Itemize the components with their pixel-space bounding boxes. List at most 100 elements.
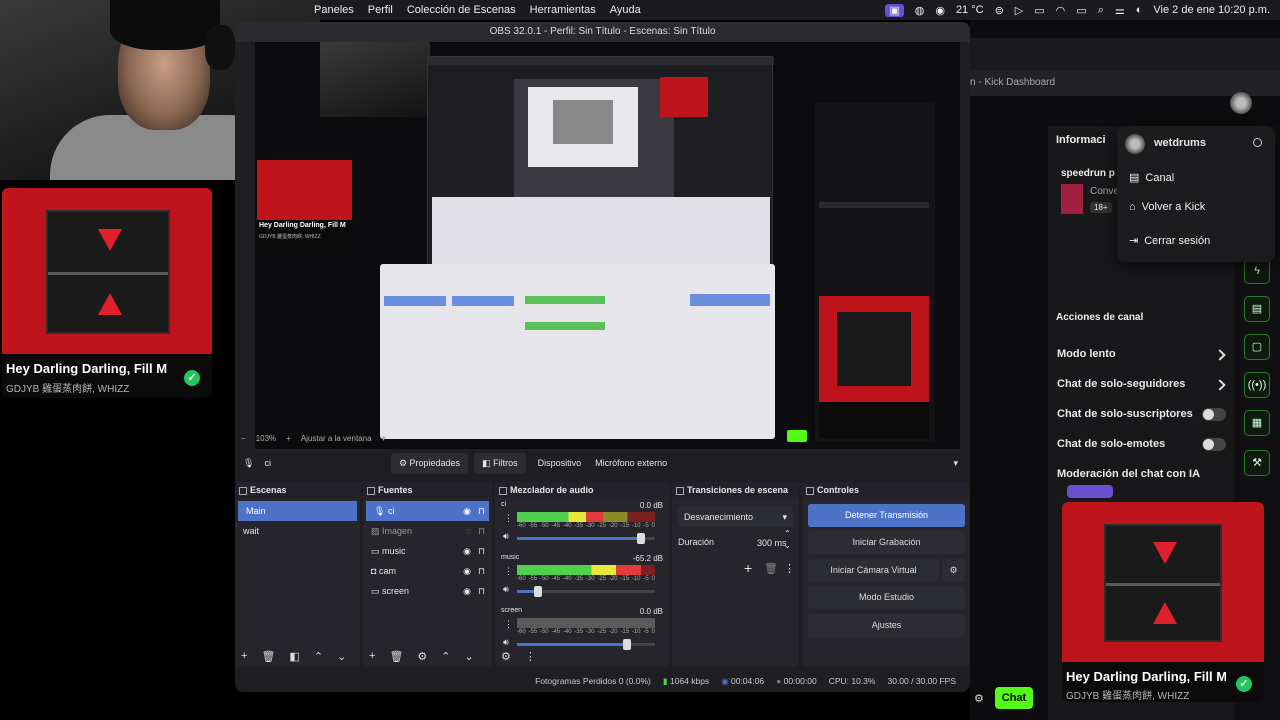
speaker-icon[interactable]: 🔊︎ [503,531,509,542]
up-icon[interactable]: ⌃ [441,650,450,663]
menu-item-back-to-kick[interactable]: ⌂ Volver a Kick [1129,201,1205,213]
stop-streaming-button[interactable]: Detener Transmisión [808,504,965,527]
browser-address-bar[interactable]: n - Kick Dashboard [970,70,1280,96]
lock-icon[interactable]: ⊓ [478,581,485,601]
slider-knob[interactable] [533,586,542,597]
device-select[interactable]: Micrófono externo [595,458,667,468]
source-item[interactable]: ▨ Imagen ◌ ⊓ [363,521,492,541]
row-subscribers-only[interactable]: Chat de solo-suscriptores [1057,408,1193,420]
play-icon[interactable]: ▷ [1015,4,1023,17]
fit-window-select[interactable]: Ajustar a la ventana [301,434,372,443]
clipboard-icon[interactable]: ▤ [1244,296,1270,322]
siri-icon[interactable]: ◐ [1136,4,1143,16]
more-icon[interactable]: ⋮ [504,566,513,577]
clock[interactable]: Vie 2 de ene 10:20 p.m. [1153,4,1270,16]
add-icon[interactable]: + [369,650,375,662]
volume-slider[interactable] [517,533,655,544]
user-avatar[interactable] [1230,92,1252,114]
add-icon[interactable]: + [241,650,247,662]
lock-icon[interactable]: ⊓ [478,561,485,581]
speaker-icon[interactable]: 🔊︎ [503,584,509,595]
wifi-icon[interactable]: ◠ [1056,4,1066,17]
battery-icon[interactable]: ▭ [1076,4,1086,17]
control-center-icon[interactable]: ⚌ [1115,4,1125,17]
up-icon[interactable]: ⌃ [314,650,323,663]
eye-icon[interactable]: ◉ [463,581,471,601]
chat-send-button[interactable]: Chat [995,687,1033,709]
row-slow-mode[interactable]: Modo lento [1057,348,1116,360]
chevron-down-icon[interactable]: ▾ [953,458,958,469]
layout-icon[interactable]: ▦ [1244,410,1270,436]
start-recording-button[interactable]: Iniciar Grabación [808,531,965,554]
menu-scene-collection[interactable]: Colección de Escenas [407,4,516,16]
more-icon[interactable]: ⋮ [504,619,513,630]
menu-item-logout[interactable]: ⇥ Cerrar sesión [1129,234,1210,248]
chevron-down-icon[interactable]: ▾ [382,434,386,443]
subscribers-only-toggle[interactable] [1202,408,1226,421]
spin-down-icon[interactable]: ⌄ [784,541,791,550]
row-followers-only[interactable]: Chat de solo-seguidores [1057,378,1185,390]
duration-input[interactable]: 300 ms [720,533,793,553]
volume-slider[interactable] [517,586,655,597]
emotes-only-toggle[interactable] [1202,438,1226,451]
eye-off-icon[interactable]: ◌ [466,521,471,541]
source-item[interactable]: 🎙︎ ci ◉ ⊓ [366,501,489,521]
row-emotes-only[interactable]: Chat de solo-emotes [1057,438,1165,450]
lock-icon[interactable]: ⊓ [478,521,485,541]
ai-mod-badge[interactable] [1067,485,1113,498]
source-item[interactable]: ◘ cam ◉ ⊓ [363,561,492,581]
gear-icon[interactable]: ⚙ [417,650,427,663]
control-icon[interactable]: ⊜ [995,4,1004,17]
settings-gear-icon[interactable]: ⚙ [974,692,984,705]
menu-tools[interactable]: Herramientas [530,4,596,16]
menu-item-channel[interactable]: ▤ Canal [1129,171,1174,185]
meter-tick-label: -15 [620,523,630,529]
lock-icon[interactable]: ⊓ [478,501,485,521]
lock-icon[interactable]: ⊓ [478,541,485,561]
slider-knob[interactable] [637,533,646,544]
menu-help[interactable]: Ayuda [610,4,641,16]
filter-icon[interactable]: ◧ [289,650,299,663]
weather-temp[interactable]: 21 °C [956,4,984,16]
broadcast-icon[interactable]: ((•)) [1244,372,1270,398]
row-ai-moderation[interactable]: Moderación del chat con IA [1057,468,1200,480]
menu-profile[interactable]: Perfil [368,4,393,16]
settings-button[interactable]: Ajustes [808,614,965,637]
scene-item[interactable]: Main [238,501,357,521]
eye-icon[interactable]: ◉ [463,501,471,521]
zoom-out-icon[interactable]: − [241,434,246,443]
advanced-audio-icon[interactable]: ⚙ [501,650,511,663]
more-icon[interactable]: ⋮ [784,562,795,575]
virtual-camera-gear-icon[interactable]: ⚙ [942,559,965,582]
down-icon[interactable]: ⌄ [465,650,474,663]
window-icon[interactable]: ▭ [1034,4,1044,17]
eye-icon[interactable]: ◉ [463,561,471,581]
obs-preview[interactable]: Hey Darling Darling, Fill M GDJYB 雞蛋蒸肉餅,… [255,42,960,450]
scene-item[interactable]: wait [235,521,360,541]
start-virtual-camera-button[interactable]: Iniciar Cámara Virtual [808,559,939,582]
more-icon[interactable]: ⋮ [504,513,513,524]
eye-icon[interactable]: ◉ [463,541,471,561]
transition-select[interactable]: Desvanecimiento ▾ [678,507,793,527]
properties-button[interactable]: ⚙ Propiedades [390,452,469,474]
source-item[interactable]: ▭ music ◉ ⊓ [363,541,492,561]
trash-icon[interactable]: 🗑︎ [764,562,778,575]
trash-icon[interactable]: 🗑︎ [389,650,403,663]
filters-button[interactable]: ◧ Filtros [474,452,526,474]
eye-icon[interactable]: ◉ [935,4,945,17]
globe-icon[interactable]: ◍ [915,4,925,17]
wrench-icon[interactable]: ⚒ [1244,450,1270,476]
down-icon[interactable]: ⌄ [337,650,346,663]
studio-mode-button[interactable]: Modo Estudio [808,586,965,609]
chat-bubble-icon[interactable]: ▢ [1244,334,1270,360]
trash-icon[interactable]: 🗑︎ [261,650,275,663]
search-icon[interactable]: ⌕ [1098,4,1104,17]
menu-panels[interactable]: Paneles [314,4,354,16]
zoom-in-icon[interactable]: + [286,434,291,443]
more-icon[interactable]: ⋮ [525,650,536,663]
screen-record-icon[interactable]: ▣ [885,3,904,17]
source-item[interactable]: ▭ screen ◉ ⊓ [363,581,492,601]
spin-up-icon[interactable]: ⌃ [784,529,791,538]
info-icon[interactable] [1253,138,1262,147]
add-icon[interactable]: + [744,560,752,576]
